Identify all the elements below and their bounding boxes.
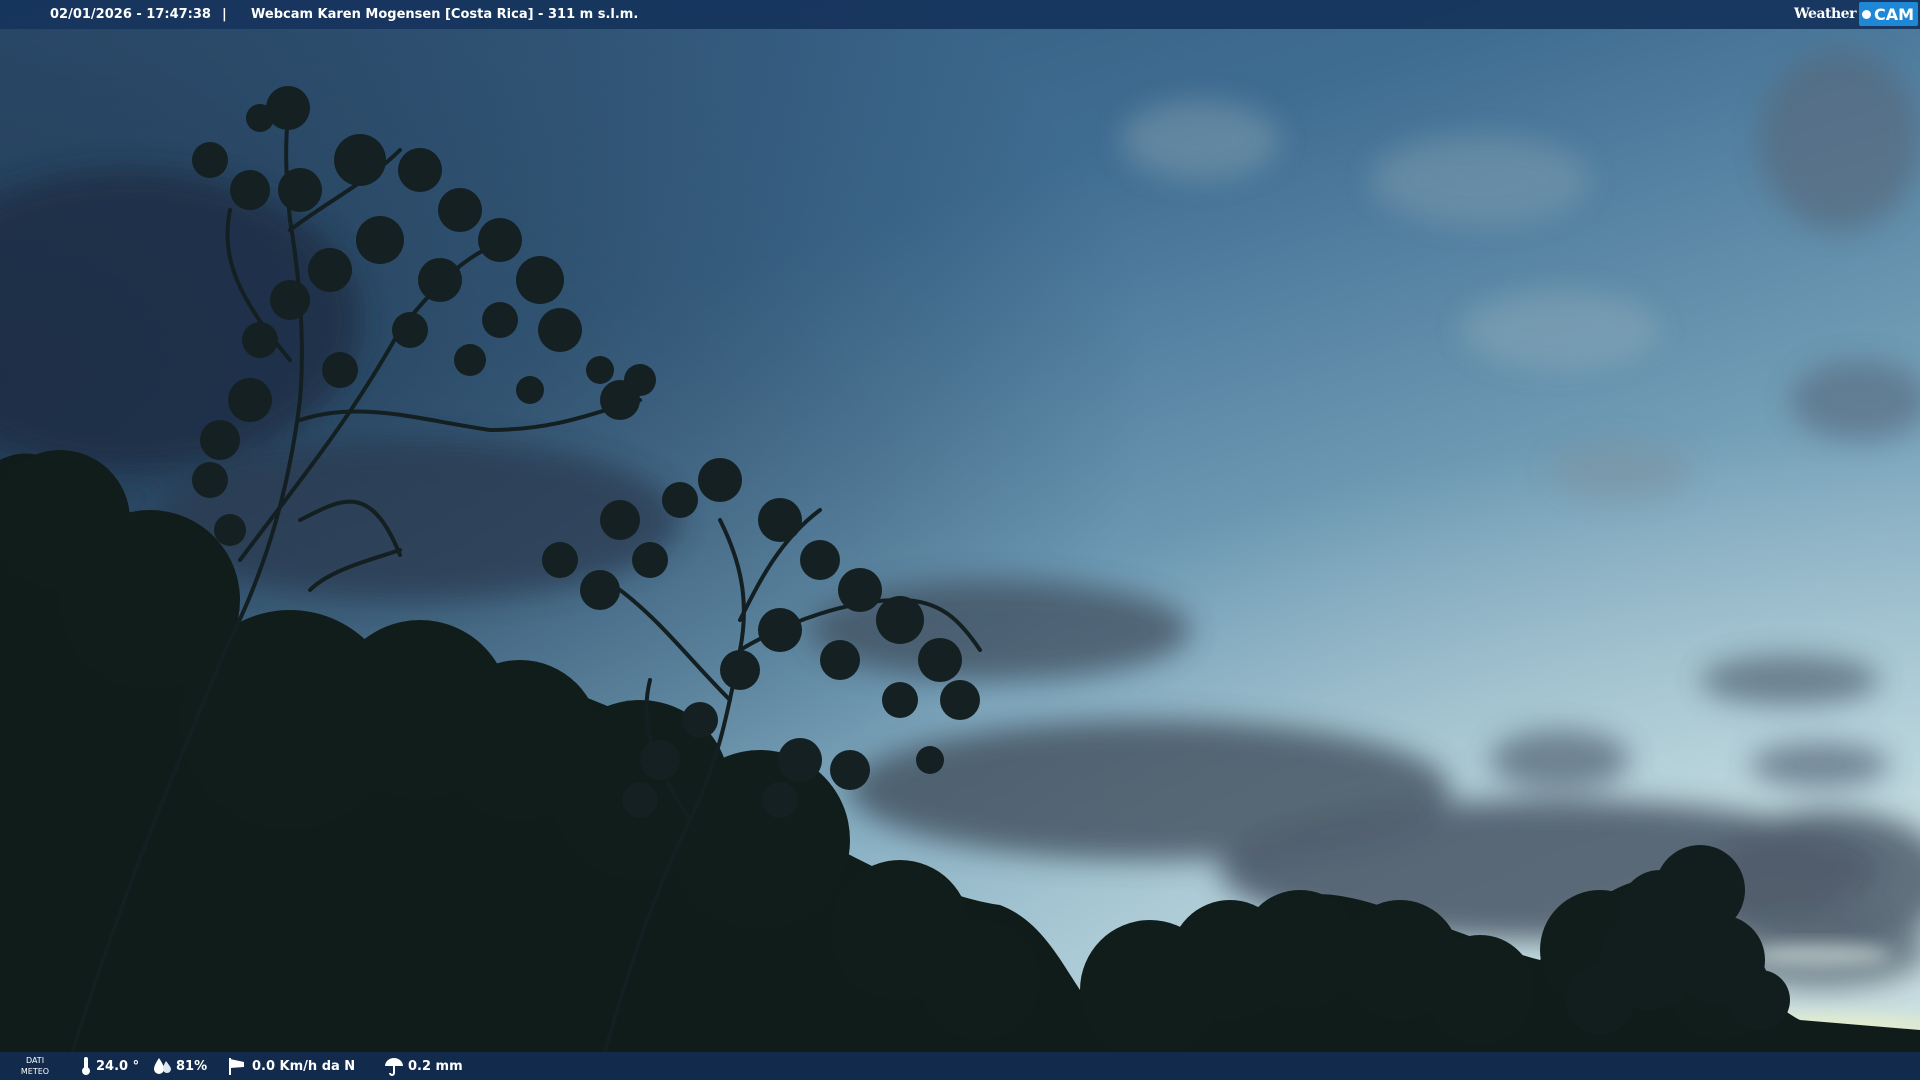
weather-data-bar: DATI METEO 24.0 ° 81% 0.0 Km/h da N 0.2 …: [0, 1052, 1920, 1080]
weather-panel-label: DATI METEO: [16, 1055, 54, 1077]
panel-label-line1: DATI: [25, 1056, 45, 1065]
timestamp: 02/01/2026 - 17:47:38: [50, 7, 211, 22]
temperature-value: 24.0 °: [96, 1058, 140, 1074]
windsock-icon: [229, 1058, 244, 1075]
thermometer-icon: [82, 1057, 90, 1075]
drops-icon: [154, 1058, 171, 1074]
panel-label-line2: METEO: [20, 1067, 50, 1076]
logo-cam-text: CAM: [1873, 4, 1914, 24]
separator: |: [222, 7, 227, 22]
rain-reading: 0.2 mm: [384, 1052, 463, 1080]
logo-weather-text: Weather: [1793, 5, 1857, 22]
webcam-image: [0, 0, 1920, 1080]
umbrella-icon: [385, 1058, 403, 1076]
top-info-bar: 02/01/2026 - 17:47:38 | Webcam Karen Mog…: [0, 0, 1920, 29]
wind-reading: 0.0 Km/h da N: [226, 1052, 355, 1080]
humidity-reading: 81%: [152, 1052, 207, 1080]
lens-icon: [1861, 9, 1871, 19]
logo-cam-box: CAM: [1858, 2, 1918, 26]
humidity-value: 81%: [176, 1058, 208, 1074]
webcam-title: Webcam Karen Mogensen [Costa Rica] - 311…: [251, 7, 639, 22]
temperature-reading: 24.0 °: [80, 1052, 139, 1080]
weathercam-logo[interactable]: Weather CAM: [1794, 1, 1918, 27]
rain-value: 0.2 mm: [408, 1058, 463, 1074]
wind-value: 0.0 Km/h da N: [252, 1058, 356, 1074]
